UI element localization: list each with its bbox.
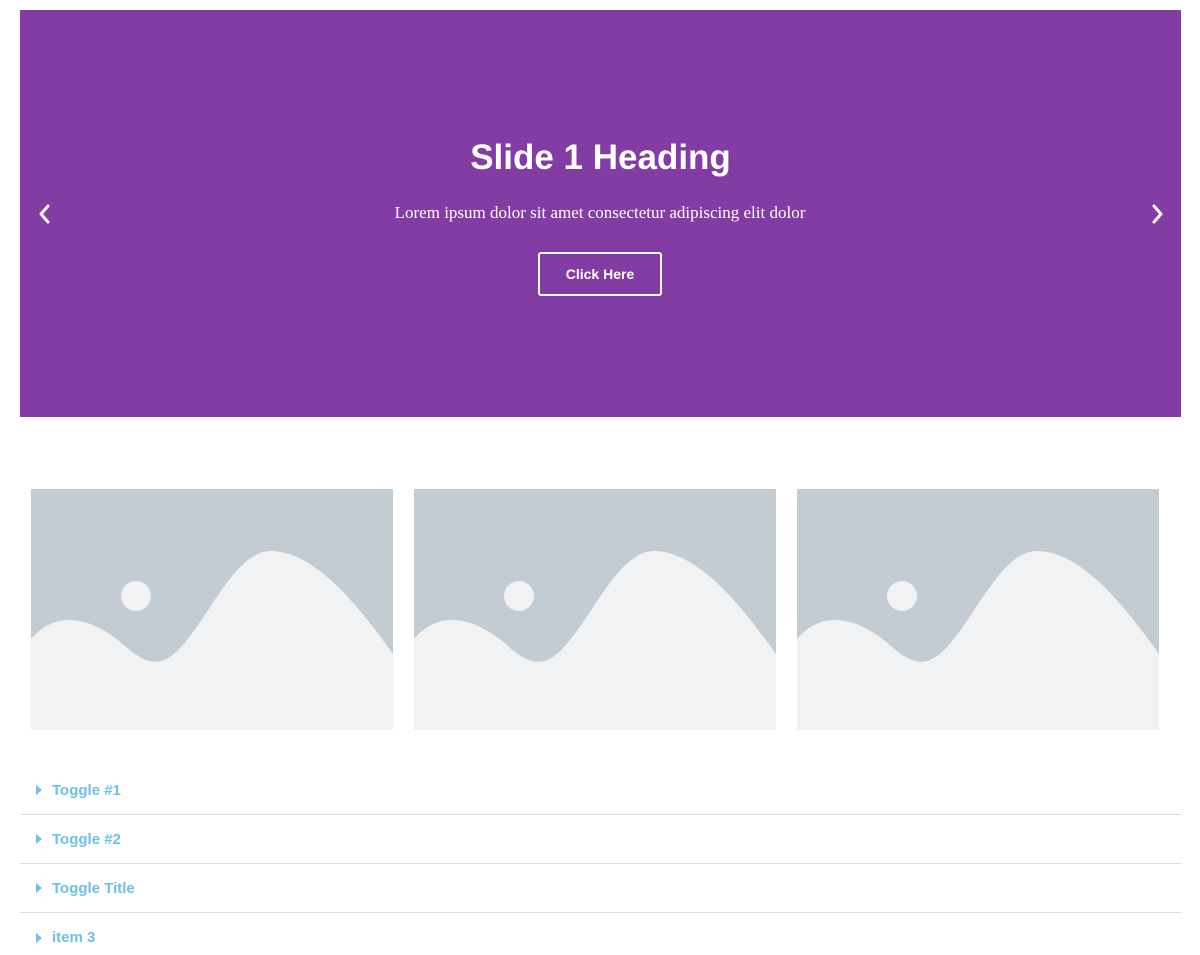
- gallery-image-3[interactable]: [797, 489, 1159, 730]
- toggle-title: item 3: [52, 929, 96, 946]
- caret-right-icon: [36, 932, 46, 943]
- image-placeholder-icon: [414, 489, 776, 730]
- slide-heading: Slide 1 Heading: [470, 138, 731, 177]
- toggle-item[interactable]: item 3: [20, 913, 1181, 955]
- toggle-title: Toggle Title: [52, 879, 135, 897]
- slide-cta-button[interactable]: Click Here: [538, 252, 662, 296]
- toggle-title: Toggle #2: [52, 830, 121, 848]
- toggle-item[interactable]: Toggle #1: [20, 766, 1181, 815]
- toggle-title: Toggle #1: [52, 781, 121, 799]
- caret-right-icon: [36, 834, 46, 844]
- toggle-item[interactable]: Toggle #2: [20, 815, 1181, 864]
- caret-right-icon: [36, 785, 46, 795]
- toggle-item[interactable]: Toggle Title: [20, 864, 1181, 913]
- gallery-image-1[interactable]: [31, 489, 393, 730]
- image-placeholder-icon: [31, 489, 393, 730]
- caret-right-icon: [36, 883, 46, 893]
- chevron-right-icon: [1152, 204, 1163, 224]
- slide-description: Lorem ipsum dolor sit amet consectetur a…: [394, 203, 806, 222]
- gallery-image-2[interactable]: [414, 489, 776, 730]
- slider-prev-button[interactable]: [32, 200, 56, 228]
- image-placeholder-icon: [797, 489, 1159, 730]
- chevron-left-icon: [39, 204, 50, 224]
- hero-slider: Slide 1 Heading Lorem ipsum dolor sit am…: [20, 10, 1181, 417]
- toggle-list: Toggle #1 Toggle #2 Toggle Title item 3: [20, 766, 1181, 955]
- slider-next-button[interactable]: [1146, 200, 1170, 228]
